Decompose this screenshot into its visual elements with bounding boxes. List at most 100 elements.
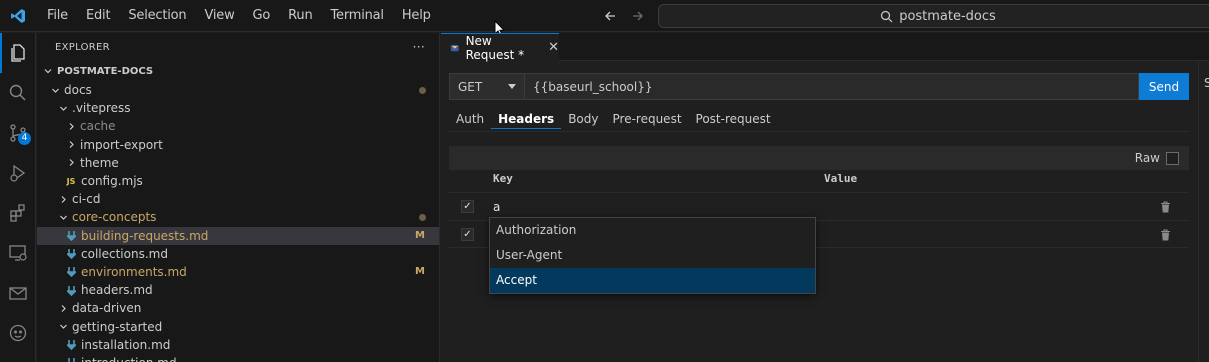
run-debug-icon[interactable] (0, 153, 36, 193)
tree-item-label: building-requests.md (81, 228, 209, 243)
git-status-badge: M (415, 230, 425, 242)
tree-item-label: .vitepress (72, 101, 131, 116)
autocomplete-option[interactable]: User-Agent (490, 243, 815, 268)
tree-folder[interactable]: ci-cd (37, 190, 439, 208)
command-center-search[interactable]: postmate-docs (658, 4, 1209, 28)
chevron-right-icon (65, 122, 77, 131)
method-value: GET (458, 79, 483, 94)
tab-pre-request[interactable]: Pre-request (606, 109, 689, 129)
tree-file[interactable]: JS config.mjs (37, 172, 439, 190)
raw-checkbox[interactable] (1166, 151, 1179, 165)
editor-tab-bar: New Request * ✕ (441, 33, 1209, 62)
raw-label: Raw (1134, 151, 1160, 165)
tree-folder[interactable]: getting-started (37, 317, 439, 335)
header-row: ✓ a (449, 192, 1189, 220)
send-button[interactable]: Send (1139, 73, 1189, 100)
file-tree: docs .vitepress cache import-export theme JS c… (37, 81, 439, 362)
request-tabs-divider (449, 131, 1189, 132)
mail-icon[interactable] (0, 273, 36, 313)
tree-folder[interactable]: data-driven (37, 299, 439, 317)
headers-toolbar: Raw (449, 146, 1189, 170)
request-editor: GET Send AuthHeadersBodyPre-requestPost-… (441, 62, 1198, 362)
method-select[interactable]: GET (449, 73, 525, 100)
modified-dot-indicator (419, 86, 426, 94)
tree-folder[interactable]: .vitepress (37, 99, 439, 117)
trash-icon[interactable] (1160, 229, 1171, 241)
explorer-header: EXPLORER ··· (37, 33, 439, 61)
tree-item-label: collections.md (81, 246, 168, 261)
remote-explorer-icon[interactable] (0, 233, 36, 273)
menu-edit[interactable]: Edit (77, 0, 119, 32)
menu-go[interactable]: Go (244, 0, 280, 32)
tree-item-label: data-driven (72, 301, 142, 316)
menu-bar: File Edit Selection View Go Run Terminal Help (38, 0, 440, 32)
tree-file[interactable]: building-requests.md M (37, 226, 439, 245)
menu-help[interactable]: Help (393, 0, 440, 32)
tree-file[interactable]: introduction.md (37, 354, 439, 362)
tab-body[interactable]: Body (561, 109, 605, 129)
markdown-file-icon (65, 339, 77, 351)
trash-icon[interactable] (1160, 201, 1171, 213)
more-actions-icon[interactable]: ··· (413, 40, 425, 54)
autocomplete-option[interactable]: Authorization (490, 218, 815, 243)
tree-folder[interactable]: theme (37, 154, 439, 172)
close-icon[interactable]: ✕ (548, 40, 559, 55)
tree-file[interactable]: installation.md (37, 336, 439, 354)
tree-item-label: config.mjs (81, 174, 143, 189)
chevron-right-icon (65, 158, 77, 167)
header-key-input[interactable]: a (493, 200, 500, 214)
tab-new-request[interactable]: New Request * ✕ (441, 33, 559, 62)
tab-title: New Request * (465, 33, 525, 62)
url-input[interactable] (525, 73, 1139, 100)
chevron-down-icon (57, 213, 69, 222)
tree-folder[interactable]: cache (37, 117, 439, 135)
tree-folder[interactable]: import-export (37, 136, 439, 154)
tree-item-label: core-concepts (72, 210, 157, 225)
tree-item-label: introduction.md (81, 356, 177, 362)
menu-run[interactable]: Run (279, 0, 321, 32)
tab-headers[interactable]: Headers (491, 109, 562, 129)
extensions-icon[interactable] (0, 193, 36, 233)
forward-arrow-icon[interactable] (628, 6, 648, 26)
workspace-root-label: POSTMATE-DOCS (57, 65, 154, 77)
tree-file[interactable]: environments.md M (37, 263, 439, 281)
menu-view[interactable]: View (195, 0, 243, 32)
navigation-arrows (600, 0, 648, 32)
tree-item-label: cache (80, 119, 116, 134)
menu-selection[interactable]: Selection (119, 0, 195, 32)
key-column-header: Key (493, 172, 513, 185)
tree-folder[interactable]: core-concepts (37, 208, 439, 226)
tree-item-label: ci-cd (72, 192, 101, 207)
command-center-label: postmate-docs (899, 8, 996, 24)
javascript-file-icon: JS (66, 176, 76, 186)
menu-terminal[interactable]: Terminal (321, 0, 392, 32)
vscode-logo-icon[interactable] (0, 0, 36, 32)
tree-file[interactable]: collections.md (37, 245, 439, 263)
markdown-file-icon (65, 285, 77, 296)
menu-file[interactable]: File (38, 0, 77, 32)
chevron-down-icon (44, 69, 52, 74)
tree-folder[interactable]: docs (37, 81, 439, 99)
title-bar: File Edit Selection View Go Run Terminal Help p… (0, 0, 1209, 38)
autocomplete-option[interactable]: Accept (490, 268, 815, 293)
markdown-file-icon (65, 248, 77, 260)
tab-post-request[interactable]: Post-request (689, 109, 778, 129)
explorer-files-icon[interactable] (0, 33, 36, 73)
search-icon[interactable] (0, 73, 36, 113)
header-enabled-checkbox[interactable]: ✓ (461, 200, 474, 213)
tree-item-label: theme (80, 155, 119, 170)
tree-file[interactable]: headers.md (37, 281, 439, 299)
dropdown-caret-icon (508, 83, 516, 89)
workspace-root[interactable]: POSTMATE-DOCS (37, 61, 439, 81)
secondary-panel-edge: S (1198, 62, 1209, 362)
postmate-logo-icon[interactable] (0, 313, 36, 353)
chevron-right-icon (65, 140, 77, 149)
tab-auth[interactable]: Auth (449, 109, 491, 129)
tree-item-label: environments.md (81, 264, 187, 279)
markdown-file-icon (65, 357, 77, 362)
back-arrow-icon[interactable] (600, 6, 620, 26)
source-control-icon[interactable]: 4 (0, 113, 36, 153)
tree-item-label: headers.md (81, 283, 153, 298)
chevron-down-icon (57, 104, 69, 113)
header-enabled-checkbox[interactable]: ✓ (461, 228, 474, 241)
